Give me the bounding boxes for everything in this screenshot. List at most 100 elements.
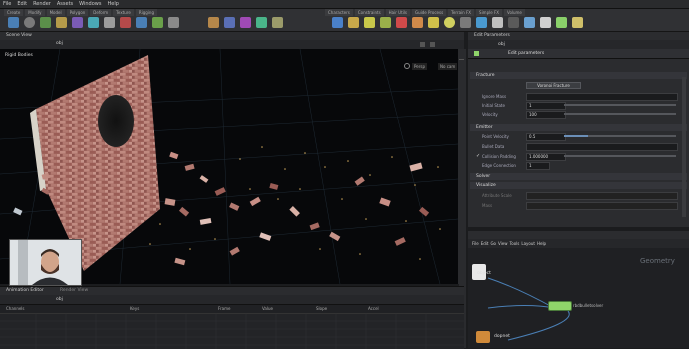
velocity-slider[interactable] <box>564 113 676 115</box>
shelf-tab[interactable]: Characters <box>325 9 353 16</box>
shelf-tab[interactable]: Terrain FX <box>448 9 475 16</box>
anim-path[interactable]: obj <box>56 297 63 302</box>
shelf-tab[interactable]: Model <box>46 9 65 16</box>
anim-grid <box>0 313 464 349</box>
portal-light-icon[interactable] <box>492 17 503 28</box>
shelf-tab[interactable]: Deform <box>90 9 112 16</box>
menu-render[interactable]: Render <box>33 1 51 7</box>
l-system-icon[interactable] <box>208 17 219 28</box>
tube-tool-icon[interactable] <box>40 17 51 28</box>
caustic-light-icon[interactable] <box>476 17 487 28</box>
section-solver[interactable]: Solver <box>470 173 687 180</box>
initial-state-slider[interactable] <box>564 104 676 106</box>
volume-light-icon[interactable] <box>412 17 423 28</box>
view-options-icon[interactable] <box>404 63 410 69</box>
section-emitter[interactable]: Emitter <box>470 124 687 131</box>
network-editor[interactable]: File Edit Go View Tools Layout Help Geom… <box>468 231 689 348</box>
check-icon[interactable]: ✓ <box>476 153 480 159</box>
shelf-tab[interactable]: Simple FX <box>476 9 503 16</box>
menu-help[interactable]: Help <box>107 1 118 7</box>
file-tool-icon[interactable] <box>240 17 251 28</box>
ignore-mass-field[interactable] <box>526 93 678 101</box>
section-visualize[interactable]: Visualize <box>470 182 687 189</box>
draw-curve-icon[interactable] <box>104 17 115 28</box>
torus-tool-icon[interactable] <box>56 17 67 28</box>
mass-field[interactable] <box>526 202 678 210</box>
anim-tab[interactable]: Animation Editor <box>6 288 44 293</box>
network-menu-item[interactable]: Edit <box>481 241 489 246</box>
point-velocity-field[interactable]: 0.5 <box>526 133 566 141</box>
metaball-icon[interactable] <box>224 17 235 28</box>
velocity-field[interactable]: 100 <box>526 111 566 119</box>
render-tab[interactable]: Render View <box>60 288 88 293</box>
spot-light-icon[interactable] <box>364 17 375 28</box>
network-menu-item[interactable]: Layout <box>521 241 535 246</box>
shelf-tab[interactable]: Hair Utils <box>385 9 410 16</box>
sphere-tool-icon[interactable] <box>24 17 35 28</box>
shelf-tab[interactable]: Rigging <box>135 9 157 16</box>
initial-state-field[interactable]: 1 <box>526 102 566 110</box>
dopnet-node-label: dopnet <box>494 334 510 339</box>
params-path[interactable]: obj <box>498 42 505 47</box>
anim-path-bar: obj <box>0 295 464 305</box>
layout-icon[interactable] <box>430 42 435 47</box>
gear-icon[interactable] <box>420 42 425 47</box>
spiral-tool-icon[interactable] <box>256 17 267 28</box>
params-scrollbar[interactable] <box>682 77 686 217</box>
persp-menu[interactable]: Persp <box>412 63 427 70</box>
param-label: Velocity <box>482 112 498 117</box>
collision-padding-slider[interactable] <box>564 155 676 157</box>
stereo-camera-icon[interactable] <box>524 17 535 28</box>
voronoi-fracture-button[interactable]: Voronoi Fracture <box>526 82 581 89</box>
params-tab-label[interactable]: Edit Parameters <box>474 33 510 38</box>
network-menu-item[interactable]: Tools <box>510 241 520 246</box>
menu-assets[interactable]: Assets <box>57 1 73 7</box>
font-tool-icon[interactable] <box>152 17 163 28</box>
shelf-tab[interactable]: Guide Process <box>411 9 447 16</box>
shelf-tab[interactable]: Volume <box>504 9 525 16</box>
edge-connection-field[interactable]: 1 <box>526 162 550 170</box>
shelf-tab[interactable]: Constraints <box>354 9 384 16</box>
network-menu-item[interactable]: View <box>498 241 508 246</box>
spray-tool-icon[interactable] <box>136 17 147 28</box>
node-name-field[interactable]: Edit parameters <box>508 51 544 56</box>
shelf-tab[interactable]: Create <box>4 9 24 16</box>
grid-tool-icon[interactable] <box>72 17 83 28</box>
camera-tool-icon[interactable] <box>332 17 343 28</box>
bullet-data-field[interactable] <box>526 143 678 151</box>
distant-light-icon[interactable] <box>428 17 439 28</box>
camera-menu[interactable]: No cam <box>438 63 458 70</box>
point-light-icon[interactable] <box>348 17 359 28</box>
menu-edit[interactable]: Edit <box>17 1 27 7</box>
path-breadcrumb[interactable]: obj <box>56 41 63 46</box>
ambient-light-icon[interactable] <box>508 17 519 28</box>
col-accel: Accel <box>368 306 379 311</box>
gi-light-icon[interactable] <box>460 17 471 28</box>
rbd-solver-node[interactable] <box>548 301 572 311</box>
sky-light-icon[interactable] <box>444 17 455 28</box>
attribute-scale-field[interactable] <box>526 192 678 200</box>
switcher-icon[interactable] <box>556 17 567 28</box>
menu-file[interactable]: File <box>3 1 11 7</box>
network-menu-item[interactable]: Help <box>537 241 546 246</box>
dopnet-node[interactable] <box>476 331 490 343</box>
curve-tool-icon[interactable] <box>88 17 99 28</box>
network-menu-item[interactable]: Go <box>490 241 496 246</box>
shelf-tab[interactable]: Polygon <box>66 9 89 16</box>
shelf-tab[interactable]: Modify <box>25 9 45 16</box>
collision-padding-field[interactable]: 1.000000 <box>526 153 566 161</box>
network-menu-item[interactable]: File <box>472 241 479 246</box>
menu-windows[interactable]: Windows <box>79 1 101 7</box>
platonic-tool-icon[interactable] <box>168 17 179 28</box>
helix-tool-icon[interactable] <box>272 17 283 28</box>
geometry-light-icon[interactable] <box>396 17 407 28</box>
shelf-tab[interactable]: Texture <box>113 9 134 16</box>
wall-hole <box>98 95 134 147</box>
area-light-icon[interactable] <box>380 17 391 28</box>
path-tool-icon[interactable] <box>120 17 131 28</box>
section-fracture[interactable]: Fracture <box>470 72 687 79</box>
pane-tab-label[interactable]: Scene View <box>6 33 32 38</box>
box-tool-icon[interactable] <box>8 17 19 28</box>
camera-dolly-icon[interactable] <box>572 17 583 28</box>
vr-camera-icon[interactable] <box>540 17 551 28</box>
